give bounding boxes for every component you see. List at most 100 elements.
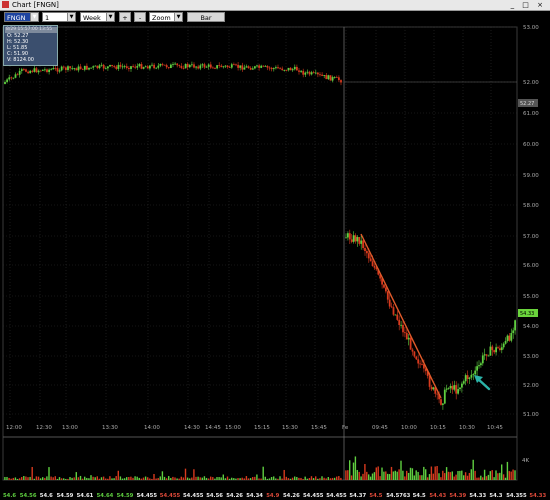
volume-bar <box>451 471 453 480</box>
candle-body <box>447 388 450 390</box>
candle-body <box>443 389 446 404</box>
last-price-tag-text: 54.33 <box>520 311 534 317</box>
candle-body <box>86 65 88 70</box>
time-axis-label: 10:15 <box>430 425 446 431</box>
volume-bar <box>464 472 467 480</box>
volume-bar <box>63 478 65 480</box>
volume-bar <box>404 476 406 480</box>
volume-bar <box>472 459 474 480</box>
volume-bar <box>394 470 396 480</box>
volume-bar <box>115 476 117 480</box>
candle-body <box>306 71 309 73</box>
volume-bar <box>109 476 111 480</box>
candle-body <box>153 64 155 69</box>
price-axis-label: 52.00 <box>523 383 539 389</box>
volume-bar <box>432 473 434 480</box>
volume-bar <box>304 476 306 480</box>
volume-bar <box>88 478 90 480</box>
volume-bar <box>340 477 342 480</box>
ticker-quote: 54.37 <box>349 493 366 499</box>
volume-bar <box>231 477 233 480</box>
volume-bar <box>163 476 166 480</box>
volume-bar <box>453 476 455 480</box>
volume-bar <box>377 466 379 480</box>
candle-body <box>480 363 482 366</box>
candle-body <box>264 66 267 67</box>
volume-bar <box>176 478 178 480</box>
candle-body <box>347 233 349 238</box>
candle-body <box>319 74 321 76</box>
volume-bar <box>381 467 383 480</box>
trendline[interactable] <box>360 233 442 399</box>
volume-bar <box>329 478 332 480</box>
volume-bar <box>107 478 109 480</box>
volume-bar <box>90 475 92 480</box>
candle-body <box>270 67 273 70</box>
volume-bar <box>306 478 308 480</box>
candle-body <box>14 74 17 78</box>
volume-bar <box>252 477 254 480</box>
volume-bar <box>140 478 143 480</box>
volume-bar <box>170 478 172 480</box>
candle-body <box>207 64 210 67</box>
volume-bar <box>510 471 512 480</box>
volume-bar <box>142 477 145 480</box>
volume-bar <box>193 469 195 480</box>
volume-bar <box>119 476 122 480</box>
volume-bar <box>466 475 469 480</box>
ticker-quote: 54.455 <box>326 493 347 499</box>
price-axis-label: 56.00 <box>523 263 539 269</box>
price-axis-label: 52.00 <box>523 80 539 86</box>
candle-body <box>119 64 122 67</box>
volume-bar <box>123 478 126 480</box>
candle-body <box>308 71 311 75</box>
volume-bar <box>398 469 400 480</box>
volume-bar <box>387 473 389 480</box>
candle-body <box>117 64 120 69</box>
volume-bar <box>224 478 227 480</box>
volume-bar <box>426 477 429 480</box>
price-axis-label: 61.00 <box>523 111 539 117</box>
volume-bar <box>421 475 423 480</box>
volume-bar <box>302 478 304 480</box>
volume-bar <box>491 470 493 480</box>
volume-bar <box>455 474 457 480</box>
volume-bar <box>434 466 436 480</box>
time-axis-label: 09:45 <box>372 425 388 431</box>
candle-body <box>67 66 69 70</box>
candle-body <box>115 66 118 69</box>
candle-body <box>323 75 326 76</box>
price-chart[interactable]: 53.00 52.00 61.00 60.00 59.00 58.00 57.00 56.00… <box>0 0 550 500</box>
candle-body <box>218 65 221 66</box>
volume-bar <box>449 472 452 480</box>
volume-bar <box>44 477 46 480</box>
volume-bar <box>94 477 96 480</box>
volume-bar <box>65 478 67 480</box>
candle-body <box>56 68 59 72</box>
volume-bar <box>457 471 459 480</box>
candle-body <box>386 291 389 300</box>
volume-bar <box>428 474 431 480</box>
candle-body <box>184 63 187 69</box>
candle-body <box>151 64 153 66</box>
candle-body <box>449 385 452 389</box>
candle-body <box>398 319 401 325</box>
candle-body <box>12 77 15 79</box>
candle-body <box>256 65 258 67</box>
candle-body <box>20 69 23 71</box>
volume-bar <box>27 477 29 480</box>
volume-bar <box>440 477 442 480</box>
candle-body <box>48 69 50 73</box>
volume-bar <box>506 461 509 480</box>
volume-bar <box>478 477 480 480</box>
volume-bar <box>161 471 164 480</box>
volume-bar <box>16 478 19 480</box>
arrow-annotation[interactable] <box>476 377 491 391</box>
volume-bar <box>210 476 212 480</box>
plot-frame <box>2 26 518 481</box>
price-axis-label: 60.00 <box>523 142 539 148</box>
candle-body <box>121 66 124 68</box>
volume-bar <box>430 466 433 480</box>
candle-body <box>314 72 317 74</box>
volume-bar <box>186 477 189 480</box>
